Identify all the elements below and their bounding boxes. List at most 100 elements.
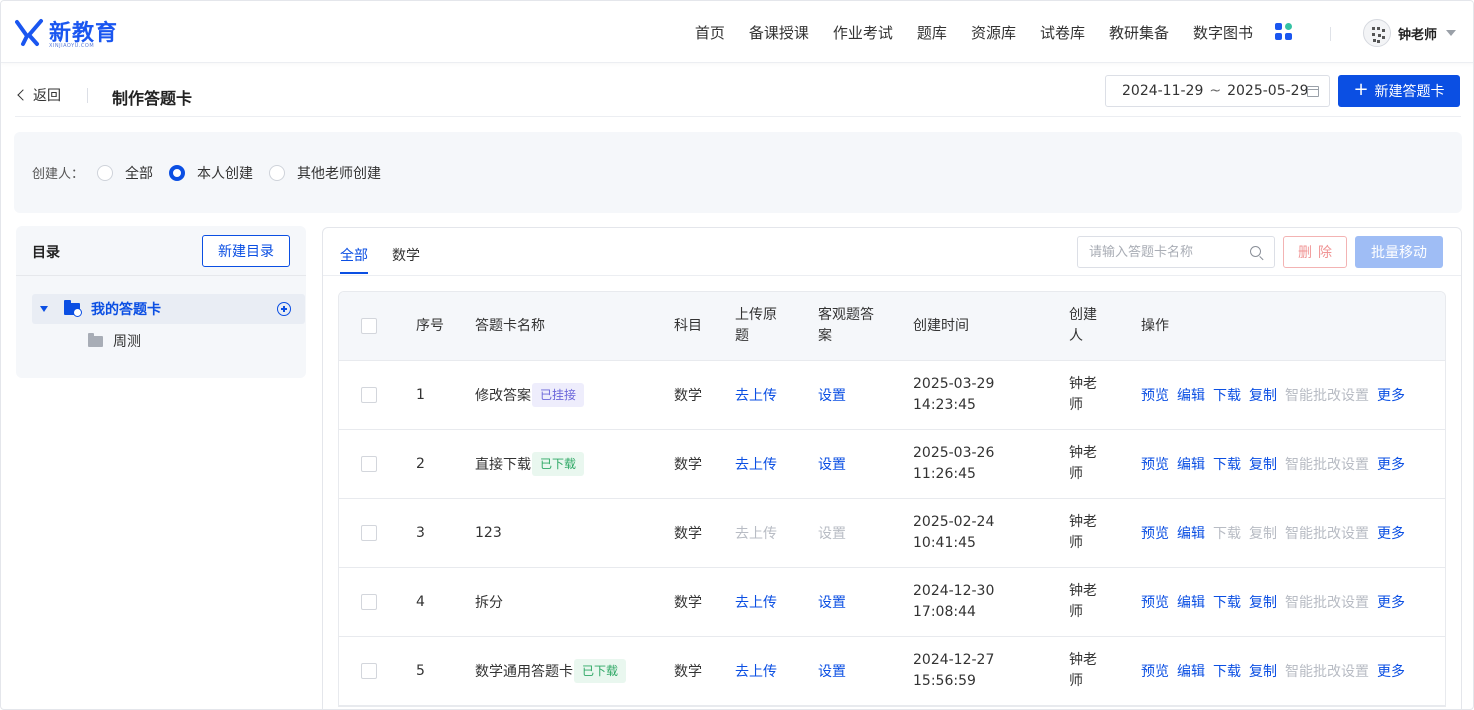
download-link[interactable]: 下载 <box>1213 661 1241 681</box>
download-link[interactable]: 下载 <box>1213 454 1241 474</box>
logo-mark-icon <box>15 19 43 46</box>
copy-link[interactable]: 复制 <box>1249 661 1277 681</box>
smart-grading-link[interactable]: 智能批改设置 <box>1285 523 1369 543</box>
upload-link[interactable]: 去上传 <box>735 361 777 429</box>
date-range-picker[interactable]: 2024-11-29 ~ 2025-05-29 <box>1105 75 1330 107</box>
objective-answer-link[interactable]: 设置 <box>818 430 846 498</box>
tab-math[interactable]: 数学 <box>392 245 420 265</box>
radio-dot-checked[interactable] <box>169 165 185 181</box>
table-body: 1 修改答案 已挂接 数学 去上传 设置 2025-03-29 14:23:45 钟… <box>339 361 1445 706</box>
preview-link[interactable]: 预览 <box>1141 454 1169 474</box>
apps-grid-icon[interactable] <box>1275 23 1293 41</box>
col-objective: 客观题答案 <box>818 292 874 360</box>
search-icon[interactable] <box>1250 246 1261 257</box>
edit-link[interactable]: 编辑 <box>1177 592 1205 612</box>
download-link[interactable]: 下载 <box>1213 592 1241 612</box>
tree-node-weekly-test[interactable]: 周测 <box>88 331 141 351</box>
nav-digital-books[interactable]: 数字图书 <box>1193 22 1253 43</box>
table-row[interactable]: 4 拆分 数学 去上传 设置 2024-12-30 17:08:44 钟老师 预览… <box>339 568 1445 637</box>
select-all-checkbox[interactable] <box>361 318 377 334</box>
table-row[interactable]: 2 直接下载 已下载 数学 去上传 设置 2025-03-26 11:26:45 钟… <box>339 430 1445 499</box>
copy-link[interactable]: 复制 <box>1249 385 1277 405</box>
row-name-cell: 拆分 <box>475 568 503 636</box>
objective-answer-link[interactable]: 设置 <box>818 499 846 567</box>
more-link[interactable]: 更多 <box>1377 523 1405 543</box>
more-link[interactable]: 更多 <box>1377 385 1405 405</box>
created-date: 2025-02-24 <box>913 514 995 530</box>
nav-resources[interactable]: 资源库 <box>971 22 1016 43</box>
nav-paper-library[interactable]: 试卷库 <box>1040 22 1085 43</box>
radio-others[interactable]: 其他老师创建 <box>269 163 381 183</box>
upload-link[interactable]: 去上传 <box>735 499 777 567</box>
more-link[interactable]: 更多 <box>1377 454 1405 474</box>
add-circle-icon[interactable] <box>277 302 291 316</box>
upload-link[interactable]: 去上传 <box>735 637 777 705</box>
new-answer-card-button[interactable]: + 新建答题卡 <box>1338 75 1460 107</box>
tree-node-my-cards[interactable]: 我的答题卡 <box>32 294 305 324</box>
objective-answer-link[interactable]: 设置 <box>818 637 846 705</box>
nav-home[interactable]: 首页 <box>695 22 725 43</box>
smart-grading-link[interactable]: 智能批改设置 <box>1285 661 1369 681</box>
delete-button[interactable]: 删除 <box>1283 236 1347 268</box>
creator-line: 钟老 <box>1069 514 1097 530</box>
smart-grading-link[interactable]: 智能批改设置 <box>1285 385 1369 405</box>
row-checkbox[interactable] <box>361 594 377 610</box>
row-actions: 预览 编辑 下载 复制 智能批改设置 更多 <box>1141 499 1413 567</box>
smart-grading-link[interactable]: 智能批改设置 <box>1285 592 1369 612</box>
table-row[interactable]: 5 数学通用答题卡 已下载 数学 去上传 设置 2024-12-27 15:56:5… <box>339 637 1445 706</box>
smart-grading-link[interactable]: 智能批改设置 <box>1285 454 1369 474</box>
folder-user-icon <box>64 300 82 317</box>
edit-link[interactable]: 编辑 <box>1177 385 1205 405</box>
table-row[interactable]: 3 123 数学 去上传 设置 2025-02-24 10:41:45 钟老师 预… <box>339 499 1445 568</box>
copy-link[interactable]: 复制 <box>1249 523 1277 543</box>
nav-question-bank[interactable]: 题库 <box>917 22 947 43</box>
upload-link[interactable]: 去上传 <box>735 430 777 498</box>
preview-link[interactable]: 预览 <box>1141 385 1169 405</box>
objective-answer-link[interactable]: 设置 <box>818 361 846 429</box>
upload-link[interactable]: 去上传 <box>735 568 777 636</box>
tab-all[interactable]: 全部 <box>340 245 368 274</box>
row-checkbox[interactable] <box>361 456 377 472</box>
caret-expanded-icon[interactable] <box>40 306 48 312</box>
batch-move-button[interactable]: 批量移动 <box>1355 236 1443 268</box>
answer-card-table: 序号 答题卡名称 科目 上传原题 客观题答案 创建时间 创建人 操作 1 修改答… <box>338 291 1446 707</box>
edit-link[interactable]: 编辑 <box>1177 454 1205 474</box>
more-link[interactable]: 更多 <box>1377 661 1405 681</box>
nav-teaching-research[interactable]: 教研集备 <box>1109 22 1169 43</box>
table-row[interactable]: 1 修改答案 已挂接 数学 去上传 设置 2025-03-29 14:23:45 钟… <box>339 361 1445 430</box>
row-checkbox[interactable] <box>361 663 377 679</box>
download-link[interactable]: 下载 <box>1213 385 1241 405</box>
more-link[interactable]: 更多 <box>1377 592 1405 612</box>
preview-link[interactable]: 预览 <box>1141 592 1169 612</box>
card-name: 拆分 <box>475 595 503 611</box>
creator-filter: 创建人： 全部 本人创建 其他老师创建 <box>14 132 1462 213</box>
new-directory-button[interactable]: 新建目录 <box>202 235 290 267</box>
copy-link[interactable]: 复制 <box>1249 454 1277 474</box>
back-button[interactable]: 返回 <box>17 85 61 105</box>
search-input[interactable] <box>1078 237 1248 267</box>
preview-link[interactable]: 预览 <box>1141 523 1169 543</box>
radio-dot[interactable] <box>97 165 113 181</box>
brand-logo[interactable]: 新教育 XINJIAOYU.COM <box>15 16 118 50</box>
objective-answer-link[interactable]: 设置 <box>818 568 846 636</box>
directory-header: 目录 新建目录 <box>16 226 306 276</box>
tree-node-label: 我的答题卡 <box>91 302 161 318</box>
nav-lesson-prep[interactable]: 备课授课 <box>749 22 809 43</box>
row-index: 4 <box>416 594 425 610</box>
radio-dot[interactable] <box>269 165 285 181</box>
row-checkbox[interactable] <box>361 525 377 541</box>
col-index: 序号 <box>416 317 444 334</box>
edit-link[interactable]: 编辑 <box>1177 661 1205 681</box>
copy-link[interactable]: 复制 <box>1249 592 1277 612</box>
chevron-left-icon <box>17 89 29 101</box>
download-link[interactable]: 下载 <box>1213 523 1241 543</box>
radio-all[interactable]: 全部 <box>97 163 153 183</box>
row-checkbox[interactable] <box>361 387 377 403</box>
radio-mine[interactable]: 本人创建 <box>169 163 253 183</box>
preview-link[interactable]: 预览 <box>1141 661 1169 681</box>
created-clock: 11:26:45 <box>913 466 976 482</box>
edit-link[interactable]: 编辑 <box>1177 523 1205 543</box>
user-menu[interactable]: 钟老师 <box>1363 18 1457 48</box>
row-select-cell <box>361 361 377 429</box>
nav-homework-exam[interactable]: 作业考试 <box>833 22 893 43</box>
